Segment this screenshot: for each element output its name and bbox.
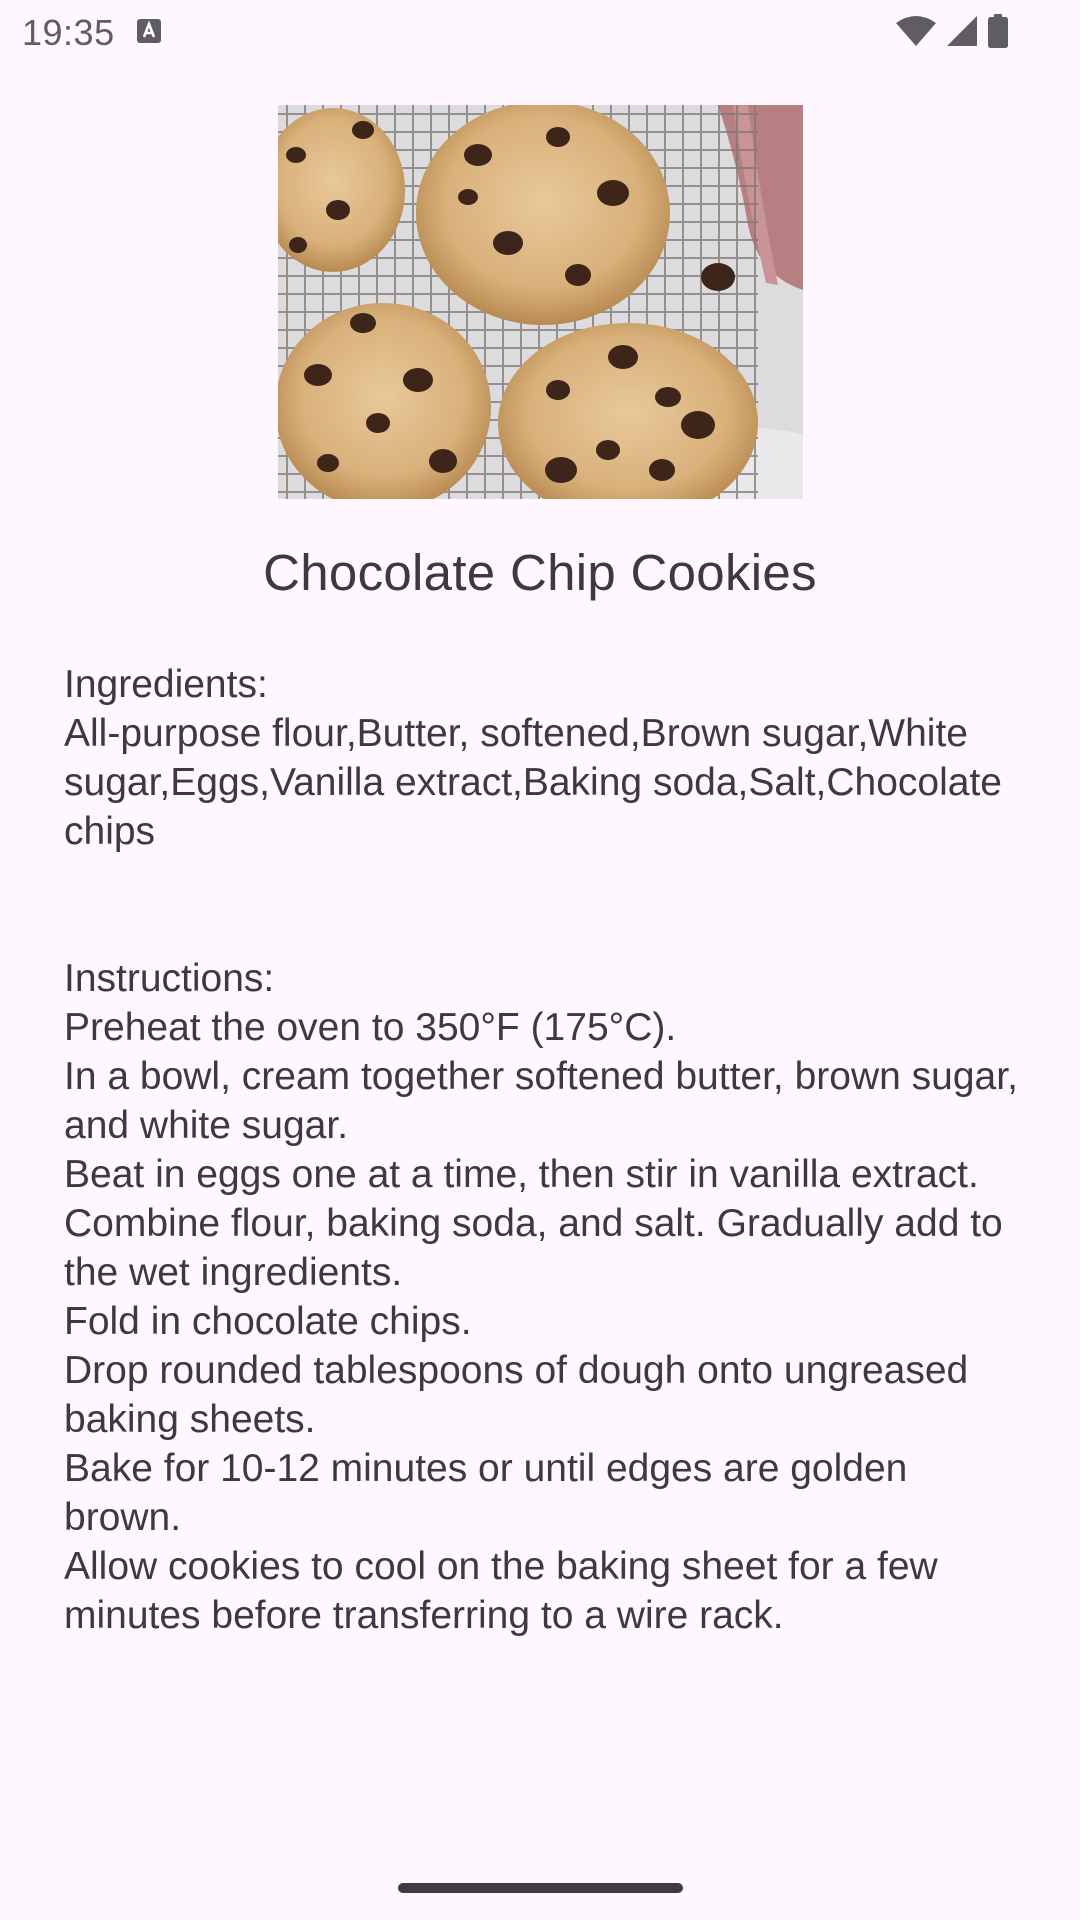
gesture-nav-handle[interactable] [398, 1883, 683, 1893]
ingredients-heading: Ingredients: [64, 663, 268, 706]
battery-icon [988, 14, 1008, 48]
recipe-image [278, 105, 803, 499]
instruction-step: Beat in eggs one at a time, then stir in… [64, 1153, 979, 1196]
signal-icon [946, 15, 978, 47]
wifi-icon [896, 15, 936, 47]
keyboard-a-icon [136, 18, 162, 44]
ingredients-text: All-purpose flour,Butter, softened,Brown… [64, 712, 1002, 853]
instruction-step: Combine flour, baking soda, and salt. Gr… [64, 1202, 1003, 1294]
instruction-step: Drop rounded tablespoons of dough onto u… [64, 1349, 969, 1441]
instruction-step: Bake for 10-12 minutes or until edges ar… [64, 1447, 908, 1539]
instructions-heading: Instructions: [64, 957, 275, 1000]
status-bar: 19:35 [0, 0, 1080, 64]
status-time: 19:35 [22, 12, 115, 53]
ingredients-section: Ingredients: All-purpose flour,Butter, s… [64, 660, 1024, 856]
instruction-step: Fold in chocolate chips. [64, 1300, 472, 1343]
instruction-step: Preheat the oven to 350°F (175°C). [64, 1006, 677, 1049]
instruction-step: Allow cookies to cool on the baking shee… [64, 1545, 938, 1637]
recipe-body: Ingredients: All-purpose flour,Butter, s… [64, 660, 1024, 1640]
recipe-title: Chocolate Chip Cookies [263, 544, 817, 601]
instructions-section: Instructions: Preheat the oven to 350°F … [64, 954, 1024, 1640]
status-icons [896, 14, 1008, 48]
instruction-step: In a bowl, cream together softened butte… [64, 1055, 1018, 1147]
